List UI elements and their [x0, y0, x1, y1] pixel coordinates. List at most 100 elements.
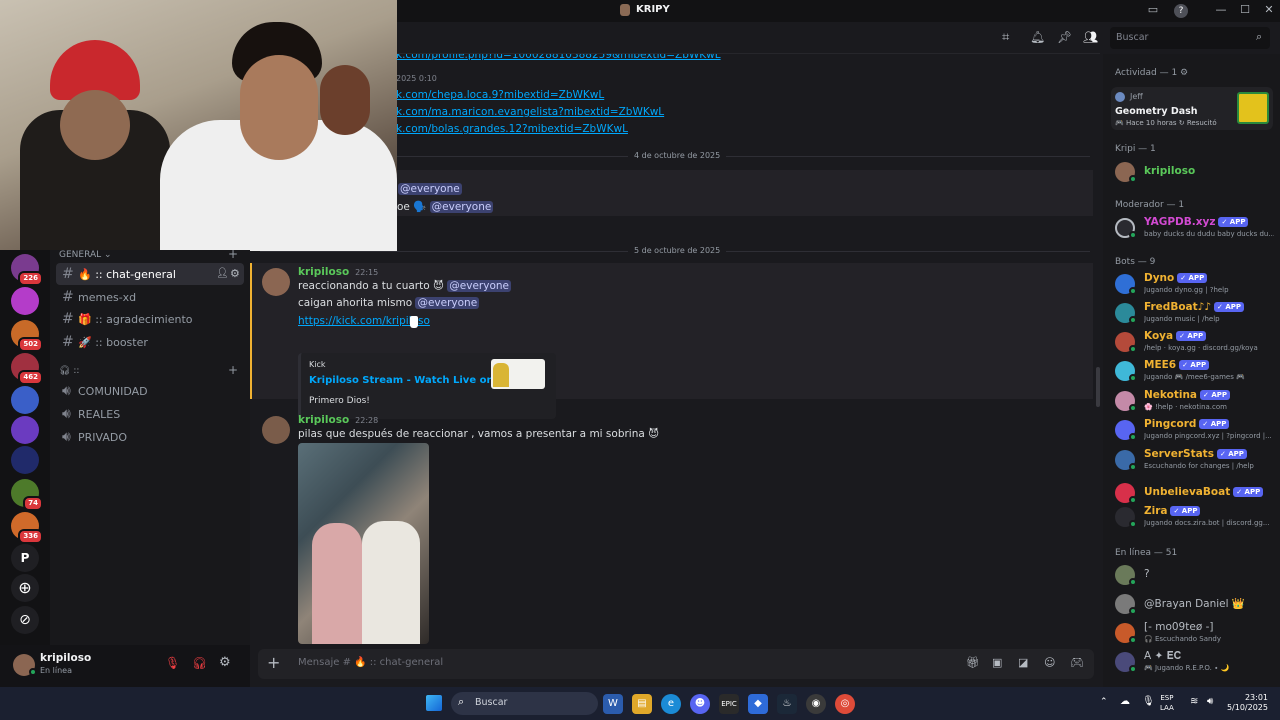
chat-scrollbar[interactable]	[1096, 367, 1100, 407]
member-item[interactable]: Nekotina ✓ APP 🌸 !help · nekotina.com	[1115, 388, 1275, 414]
member-item[interactable]: ?	[1115, 562, 1275, 588]
mic-icon[interactable]: 🎙︎	[1142, 696, 1155, 707]
message-author[interactable]: kripiloso	[298, 266, 349, 278]
member-item[interactable]: Dyno ✓ APP Jugando dyno.gg | ?help	[1115, 271, 1275, 297]
add-server-icon[interactable]: ⊕	[11, 574, 39, 602]
mention[interactable]: @everyone	[415, 297, 480, 309]
server-icon-p[interactable]: P	[11, 544, 39, 572]
mention[interactable]: @everyone	[429, 201, 494, 213]
channel-memes-xd[interactable]: # memes-xd	[56, 286, 244, 308]
old-link[interactable]: k.com/bolas.grandes.12?mibextid=ZbWKwL	[396, 121, 721, 138]
message-input[interactable]: + Mensaje # 🔥 ꞉꞉ chat-general 🎁︎ ▣ ◪ ☺ 🎮…	[258, 649, 1094, 679]
cloud-icon[interactable]: ☁	[1120, 696, 1130, 707]
settings-gear-icon[interactable]: ⚙	[219, 655, 231, 670]
app-icon[interactable]: ◆	[748, 694, 768, 714]
message-author[interactable]: kripiloso	[298, 414, 349, 426]
help-icon[interactable]: ?	[1174, 4, 1188, 18]
maximize-button[interactable]: ☐	[1236, 3, 1254, 19]
member-item[interactable]: UnbelievaBoat ✓ APP	[1115, 480, 1275, 506]
epic-games-icon[interactable]: EPIC	[719, 694, 739, 714]
mute-mic-icon[interactable]: 🎙︎	[165, 656, 180, 670]
embed-title[interactable]: Kripiloso Stream - Watch Live on Kick	[309, 375, 521, 386]
server-icon[interactable]: 226	[11, 254, 43, 286]
taskbar-search[interactable]: ⌕ Buscar	[451, 692, 598, 715]
category-general[interactable]: GENERAL ⌄	[59, 250, 112, 260]
server-icon[interactable]: 336	[11, 512, 43, 544]
members-icon[interactable]: 👥︎	[1083, 30, 1098, 44]
clock[interactable]: 23:01 5/10/2025	[1226, 693, 1268, 713]
old-link[interactable]: k.com/ma.maricon.evangelista?mibextid=Zb…	[396, 104, 721, 121]
member-item[interactable]: ServerStats ✓ APP Escuchando for changes |…	[1115, 447, 1275, 473]
old-link[interactable]: k.com/chepa.loca.9?mibextid=ZbWKwL	[396, 87, 721, 104]
obs-icon[interactable]: ◉	[806, 694, 826, 714]
search-input[interactable]: Buscar ⌕	[1110, 27, 1270, 49]
file-explorer-icon[interactable]: ▤	[632, 694, 652, 714]
pin-icon[interactable]: 📌︎	[1057, 30, 1072, 44]
server-icon[interactable]: 502	[11, 320, 43, 352]
wifi-icon[interactable]: ≋	[1190, 696, 1198, 707]
app-badge: ✓ APP	[1170, 506, 1201, 516]
avatar[interactable]	[262, 416, 290, 444]
threads-icon[interactable]: ⌗	[1002, 30, 1009, 45]
message-image[interactable]	[298, 443, 429, 644]
server-icon[interactable]: 462	[11, 353, 43, 385]
invite-icon[interactable]: 👤︎	[216, 263, 229, 285]
deafen-icon[interactable]: 🎧︎	[192, 656, 207, 670]
volume-icon[interactable]: 🔊︎	[1207, 696, 1213, 707]
member-item[interactable]: MEE6 ✓ APP Jugando 🎮 /mee6-games 🎮	[1115, 358, 1275, 384]
add-attachment-icon[interactable]: +	[267, 653, 280, 672]
start-icon[interactable]	[426, 695, 442, 711]
chevron-up-icon[interactable]: ⌃	[1100, 697, 1108, 707]
voice-channel-reales[interactable]: 🔊︎ REALES	[56, 403, 244, 425]
voice-category[interactable]: 🎧︎ ꞉꞉	[59, 366, 79, 376]
member-item[interactable]: [- mo09teø -] 🎧 Escuchando Sandy	[1115, 620, 1275, 646]
close-button[interactable]: ✕	[1260, 3, 1278, 19]
embed-thumbnail[interactable]	[491, 359, 545, 389]
language-indicator[interactable]: ESP LAA	[1160, 693, 1174, 713]
edge-icon[interactable]: e	[661, 694, 681, 714]
speaker-icon: 🔊︎	[62, 406, 71, 422]
add-channel-icon[interactable]: +	[228, 247, 238, 261]
gear-icon[interactable]: ⚙	[230, 263, 240, 285]
gift-icon[interactable]: 🎁︎	[966, 656, 980, 669]
member-item[interactable]: kripiloso	[1115, 159, 1275, 185]
chrome-icon[interactable]: ◎	[835, 694, 855, 714]
sticker-icon[interactable]: ◪	[1018, 656, 1028, 669]
server-icon[interactable]: 74	[11, 479, 43, 511]
word-icon[interactable]: W	[603, 694, 623, 714]
member-item[interactable]: FredBoat♪♪ ✓ APP Jugando music | /help	[1115, 300, 1275, 326]
mention[interactable]: @everyone	[447, 280, 511, 292]
status-dot	[1129, 496, 1137, 504]
mention[interactable]: @everyone	[398, 183, 462, 195]
bell-icon[interactable]: 🔔︎	[1030, 30, 1045, 44]
server-icon[interactable]	[11, 446, 39, 474]
voice-channel-comunidad[interactable]: 🔊︎ COMUNIDAD	[56, 380, 244, 402]
member-item[interactable]: YAGPDB.xyz ✓ APP baby ducks du dudu baby …	[1115, 215, 1275, 241]
emoji-icon[interactable]: ☺	[1044, 656, 1055, 669]
apps-icon[interactable]: 🎮︎	[1070, 656, 1084, 669]
server-icon[interactable]	[11, 416, 39, 444]
activity-card[interactable]: Jeff Geometry Dash 🎮 Hace 10 horas ↻ Res…	[1111, 87, 1273, 130]
add-channel-icon[interactable]: +	[228, 363, 238, 377]
app-badge: ✓ APP	[1199, 419, 1230, 429]
gif-icon[interactable]: ▣	[992, 656, 1002, 669]
member-item[interactable]: @Brayan Daniel 👑	[1115, 591, 1275, 617]
geometry-dash-icon	[1237, 92, 1269, 124]
member-item[interactable]: A ✦ 𝐄𝐂 🎮 Jugando R.E.P.O. ∙ 🌙	[1115, 649, 1275, 675]
discord-icon[interactable]: ☻	[690, 694, 710, 714]
user-name[interactable]: kripiloso	[40, 652, 91, 664]
channel-booster[interactable]: # 🚀 ꞉꞉ booster	[56, 331, 244, 353]
voice-channel-privado[interactable]: 🔊︎ PRIVADO	[56, 426, 244, 448]
member-item[interactable]: Koya ✓ APP/help · koya.gg · discord.gg/ko…	[1115, 329, 1275, 355]
member-item[interactable]: Pingcord ✓ APP Jugando pingcord.xyz | ?pin…	[1115, 417, 1275, 443]
avatar[interactable]	[262, 268, 290, 296]
minimize-button[interactable]: —	[1212, 3, 1230, 19]
inbox-icon[interactable]: ▭	[1144, 3, 1162, 19]
discover-icon[interactable]: ⊘	[11, 606, 39, 634]
server-icon[interactable]	[11, 287, 39, 315]
channel-chat-general[interactable]: # 🔥 ꞉꞉ chat-general 👤︎ ⚙	[56, 263, 244, 285]
member-item[interactable]: Zira ✓ APP Jugando docs.zira.bot | discord…	[1115, 504, 1275, 530]
channel-agradecimiento[interactable]: # 🎁 ꞉꞉ agradecimiento	[56, 308, 244, 330]
steam-icon[interactable]: ♨	[777, 694, 797, 714]
server-icon[interactable]	[11, 386, 39, 414]
